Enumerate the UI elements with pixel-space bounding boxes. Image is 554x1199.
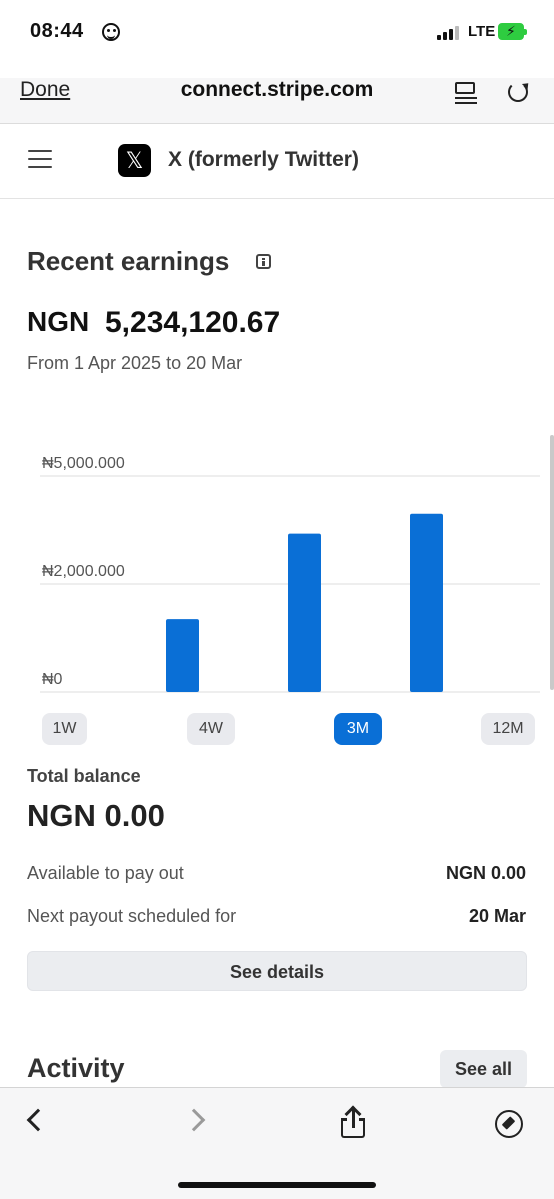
see-details-button[interactable]: See details: [27, 951, 527, 991]
total-balance-label: Total balance: [27, 766, 141, 786]
chart-bar[interactable]: [288, 533, 321, 692]
forward-icon: [182, 1108, 206, 1132]
app-header: 𝕏 X (formerly Twitter): [0, 124, 554, 199]
chart-bar[interactable]: [166, 619, 199, 692]
reader-view-icon[interactable]: [455, 80, 477, 104]
chart-bar[interactable]: [410, 513, 443, 692]
account-title: X (formerly Twitter): [168, 148, 359, 171]
total-balance-value: NGN 0.00: [27, 798, 165, 833]
range-button-12m[interactable]: 12M: [481, 713, 535, 745]
network-label: LTE: [468, 23, 496, 40]
browser-bar: Done connect.stripe.com: [0, 78, 554, 124]
back-icon[interactable]: [26, 1108, 50, 1132]
chart-y-tick-label: ₦5,000.000: [42, 455, 125, 472]
share-icon[interactable]: [341, 1105, 365, 1138]
status-time: 08:44: [30, 20, 84, 42]
earnings-chart-svg: ₦5,000.000 ₦2,000.000 ₦0: [40, 455, 540, 693]
chart-y-tick-label: ₦0: [42, 671, 63, 688]
earnings-date-range: From 1 Apr 2025 to 20 Mar: [27, 353, 243, 373]
range-button-3m[interactable]: 3M: [334, 713, 382, 745]
chart-y-tick-label: ₦2,000.000: [42, 563, 125, 580]
info-icon[interactable]: [256, 254, 271, 269]
range-button-4w[interactable]: 4W: [187, 713, 235, 745]
recent-earnings-title: Recent earnings: [27, 246, 230, 276]
next-payout-value: 20 Mar: [468, 906, 526, 926]
status-bar: 08:44 LTE ⚡: [0, 0, 554, 78]
range-button-1w[interactable]: 1W: [42, 713, 87, 745]
reload-icon[interactable]: [508, 82, 528, 102]
next-payout-label: Next payout scheduled for: [27, 906, 237, 926]
battery-icon: ⚡: [498, 23, 527, 40]
x-logo: 𝕏: [118, 144, 151, 177]
home-indicator: [178, 1182, 376, 1188]
menu-icon[interactable]: [28, 150, 52, 168]
earnings-amount: 5,234,120.67: [105, 306, 281, 339]
activity-title: Activity: [27, 1053, 125, 1083]
compass-icon[interactable]: [495, 1110, 523, 1138]
available-payout-label: Available to pay out: [27, 863, 184, 883]
earnings-chart: ₦5,000.000 ₦2,000.000 ₦0: [0, 440, 554, 700]
earnings-currency: NGN: [27, 306, 90, 337]
signal-icon: [437, 26, 461, 40]
scrollbar[interactable]: [550, 435, 554, 690]
see-all-button[interactable]: See all: [440, 1050, 527, 1088]
smiley-icon: [102, 23, 120, 41]
available-payout-value: NGN 0.00: [445, 863, 526, 883]
